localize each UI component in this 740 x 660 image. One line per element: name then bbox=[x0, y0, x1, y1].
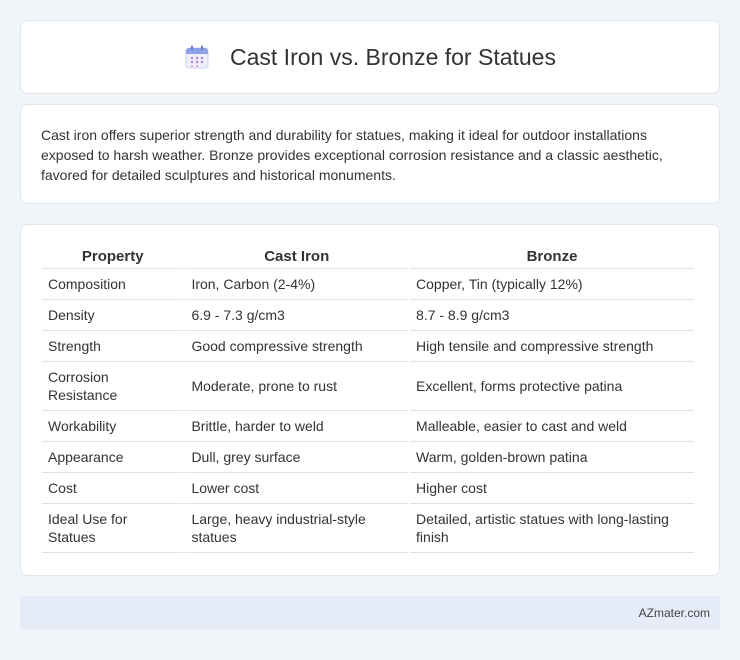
table-row: Composition Iron, Carbon (2-4%) Copper, … bbox=[42, 269, 694, 300]
table-row: Ideal Use for Statues Large, heavy indus… bbox=[42, 504, 694, 553]
table-card: Property Cast Iron Bronze Composition Ir… bbox=[20, 224, 720, 576]
intro-card: Cast iron offers superior strength and d… bbox=[20, 104, 720, 204]
cell-bronze: High tensile and compressive strength bbox=[410, 331, 694, 362]
cell-bronze: 8.7 - 8.9 g/cm3 bbox=[410, 300, 694, 331]
cell-cast-iron: Moderate, prone to rust bbox=[185, 362, 409, 411]
cell-property: Appearance bbox=[42, 442, 184, 473]
page-title: Cast Iron vs. Bronze for Statues bbox=[230, 43, 556, 70]
calendar-icon bbox=[185, 45, 209, 69]
cell-bronze: Malleable, easier to cast and weld bbox=[410, 411, 694, 442]
cell-cast-iron: Dull, grey surface bbox=[185, 442, 409, 473]
intro-text: Cast iron offers superior strength and d… bbox=[41, 127, 663, 183]
cell-cast-iron: Large, heavy industrial-style statues bbox=[185, 504, 409, 553]
header-cast-iron: Cast Iron bbox=[185, 245, 409, 269]
cell-bronze: Copper, Tin (typically 12%) bbox=[410, 269, 694, 300]
cell-cast-iron: Iron, Carbon (2-4%) bbox=[185, 269, 409, 300]
cell-cast-iron: 6.9 - 7.3 g/cm3 bbox=[185, 300, 409, 331]
cell-property: Ideal Use for Statues bbox=[42, 504, 184, 553]
title-wrap: Cast Iron vs. Bronze for Statues bbox=[184, 44, 556, 71]
cell-property: Corrosion Resistance bbox=[42, 362, 184, 411]
header-property: Property bbox=[42, 245, 184, 269]
cell-cast-iron: Brittle, harder to weld bbox=[185, 411, 409, 442]
title-card: Cast Iron vs. Bronze for Statues bbox=[20, 20, 720, 94]
header-bronze: Bronze bbox=[410, 245, 694, 269]
cell-property: Workability bbox=[42, 411, 184, 442]
cell-cast-iron: Good compressive strength bbox=[185, 331, 409, 362]
cell-bronze: Excellent, forms protective patina bbox=[410, 362, 694, 411]
cell-property: Composition bbox=[42, 269, 184, 300]
table-row: Strength Good compressive strength High … bbox=[42, 331, 694, 362]
cell-property: Strength bbox=[42, 331, 184, 362]
cell-property: Cost bbox=[42, 473, 184, 504]
table-row: Cost Lower cost Higher cost bbox=[42, 473, 694, 504]
table-header-row: Property Cast Iron Bronze bbox=[42, 245, 694, 269]
table-row: Workability Brittle, harder to weld Mall… bbox=[42, 411, 694, 442]
comparison-table: Property Cast Iron Bronze Composition Ir… bbox=[40, 245, 696, 553]
table-row: Density 6.9 - 7.3 g/cm3 8.7 - 8.9 g/cm3 bbox=[42, 300, 694, 331]
cell-bronze: Detailed, artistic statues with long-las… bbox=[410, 504, 694, 553]
table-row: Corrosion Resistance Moderate, prone to … bbox=[42, 362, 694, 411]
footer: AZmater.com bbox=[20, 596, 720, 630]
cell-property: Density bbox=[42, 300, 184, 331]
footer-brand[interactable]: AZmater.com bbox=[639, 606, 710, 620]
table-row: Appearance Dull, grey surface Warm, gold… bbox=[42, 442, 694, 473]
cell-bronze: Higher cost bbox=[410, 473, 694, 504]
cell-bronze: Warm, golden-brown patina bbox=[410, 442, 694, 473]
cell-cast-iron: Lower cost bbox=[185, 473, 409, 504]
